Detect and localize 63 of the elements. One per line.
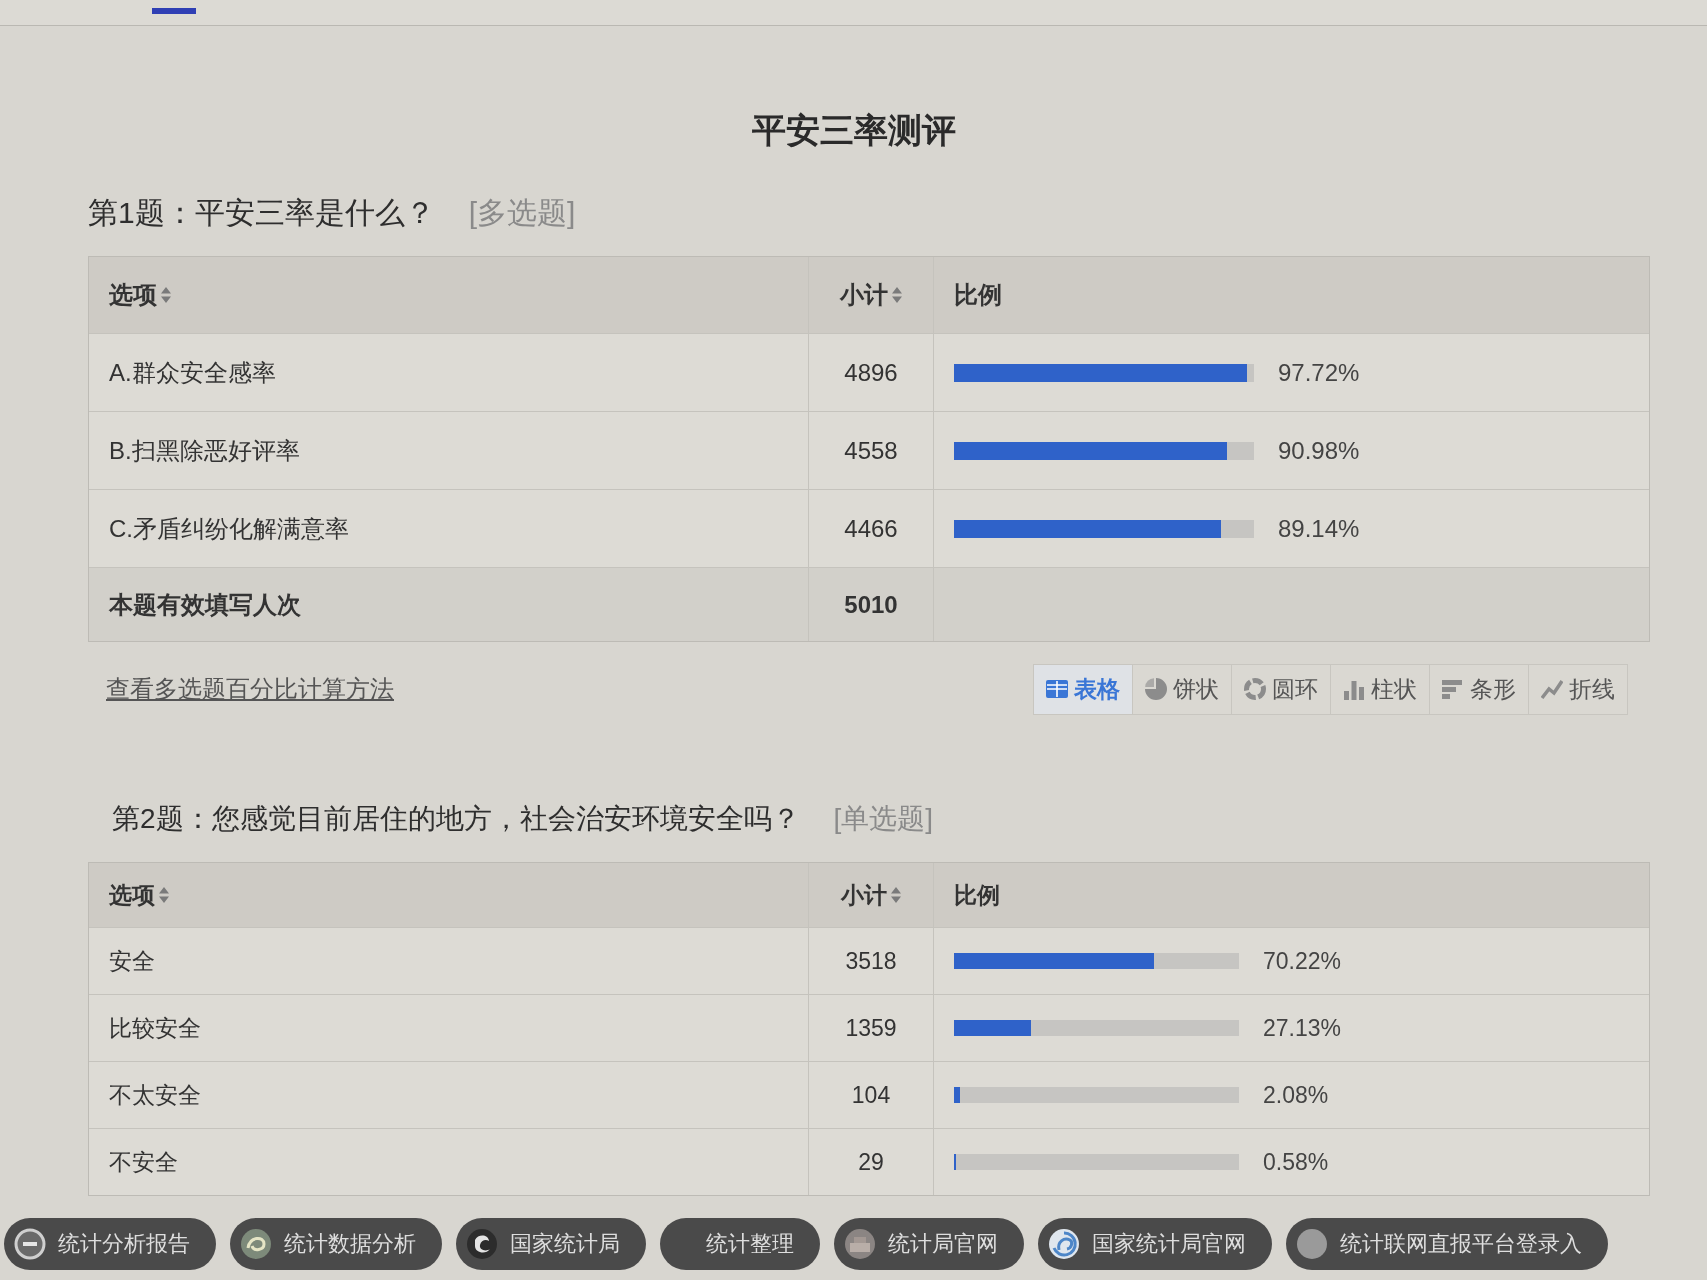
column-header: 选项 <box>109 280 157 310</box>
question-heading: 第2题：您感觉目前居住的地方，社会治安环境安全吗？ <box>112 802 800 836</box>
percent-text: 2.08% <box>1263 1081 1329 1109</box>
swirl-logo-icon <box>240 1228 272 1260</box>
percent-text: 70.22% <box>1263 947 1341 975</box>
chart-type-button[interactable]: 圆环 <box>1232 664 1331 714</box>
related-search-pill[interactable]: 统计整理 <box>660 1218 820 1270</box>
option-cell: A.群众安全感率 <box>89 334 809 411</box>
related-search-pill[interactable]: 统计数据分析 <box>230 1218 442 1270</box>
question-type-tag: [多选题] <box>468 192 576 234</box>
survey-title: 平安三率测评 <box>751 110 956 150</box>
sort-icon[interactable] <box>159 887 169 903</box>
option-cell: 安全 <box>89 928 809 994</box>
method-link[interactable]: 查看多选题百分比计算方法 <box>106 673 394 705</box>
related-search-pill[interactable]: 国家统计局官网 <box>1038 1218 1272 1270</box>
spiral-logo-icon <box>1048 1228 1080 1260</box>
chart-type-button[interactable]: 折线 <box>1529 664 1627 714</box>
column-chart-icon <box>1343 678 1365 700</box>
chart-type-button[interactable]: 条形 <box>1430 664 1529 714</box>
active-tab-indicator <box>152 8 196 14</box>
count-cell: 4896 <box>809 334 934 411</box>
chart-type-button[interactable]: 柱状 <box>1331 664 1430 714</box>
question-type-tag: [单选题] <box>833 800 934 838</box>
column-header: 选项 <box>109 880 155 910</box>
option-cell: 不太安全 <box>89 1062 809 1128</box>
count-cell: 1359 <box>809 995 934 1061</box>
chart-type-button[interactable]: 饼状 <box>1133 664 1232 714</box>
option-cell: 不安全 <box>89 1129 809 1195</box>
column-header: 小计 <box>841 880 887 910</box>
column-header: 小计 <box>840 280 888 310</box>
minus-circle-icon <box>14 1228 46 1260</box>
related-search-pill[interactable]: 国家统计局 <box>456 1218 646 1270</box>
option-cell: 比较安全 <box>89 995 809 1061</box>
percent-text: 97.72% <box>1278 358 1360 387</box>
line-chart-icon <box>1541 678 1563 700</box>
table-icon <box>1046 678 1068 700</box>
related-search-pill[interactable]: 统计联网直报平台登录入 <box>1286 1218 1608 1270</box>
column-header: 比例 <box>954 280 1002 310</box>
sort-icon[interactable] <box>891 887 901 903</box>
count-cell: 29 <box>809 1129 934 1195</box>
donut-chart-icon <box>1244 678 1266 700</box>
bar-chart-icon <box>1442 678 1464 700</box>
circle-icon <box>1296 1228 1328 1260</box>
sort-icon[interactable] <box>892 287 902 303</box>
total-count-cell: 5010 <box>809 568 934 641</box>
pie-chart-icon <box>1145 678 1167 700</box>
chart-type-button[interactable]: 表格 <box>1034 664 1133 714</box>
question-heading: 第1题：平安三率是什么？ <box>88 194 435 231</box>
count-cell: 104 <box>809 1062 934 1128</box>
thumbnail-icon <box>844 1228 876 1260</box>
related-search-pill[interactable]: 统计分析报告 <box>4 1218 216 1270</box>
percent-text: 0.58% <box>1263 1148 1329 1176</box>
count-cell: 4558 <box>809 412 934 489</box>
option-cell: B.扫黑除恶好评率 <box>89 412 809 489</box>
column-header: 比例 <box>954 880 1000 910</box>
percent-text: 89.14% <box>1278 514 1360 543</box>
percent-text: 90.98% <box>1278 436 1360 465</box>
count-cell: 3518 <box>809 928 934 994</box>
total-label-cell: 本题有效填写人次 <box>89 568 809 641</box>
percent-text: 27.13% <box>1263 1014 1341 1042</box>
crescent-logo-icon <box>466 1228 498 1260</box>
sort-icon[interactable] <box>161 287 171 303</box>
related-search-pill[interactable]: 统计局官网 <box>834 1218 1024 1270</box>
